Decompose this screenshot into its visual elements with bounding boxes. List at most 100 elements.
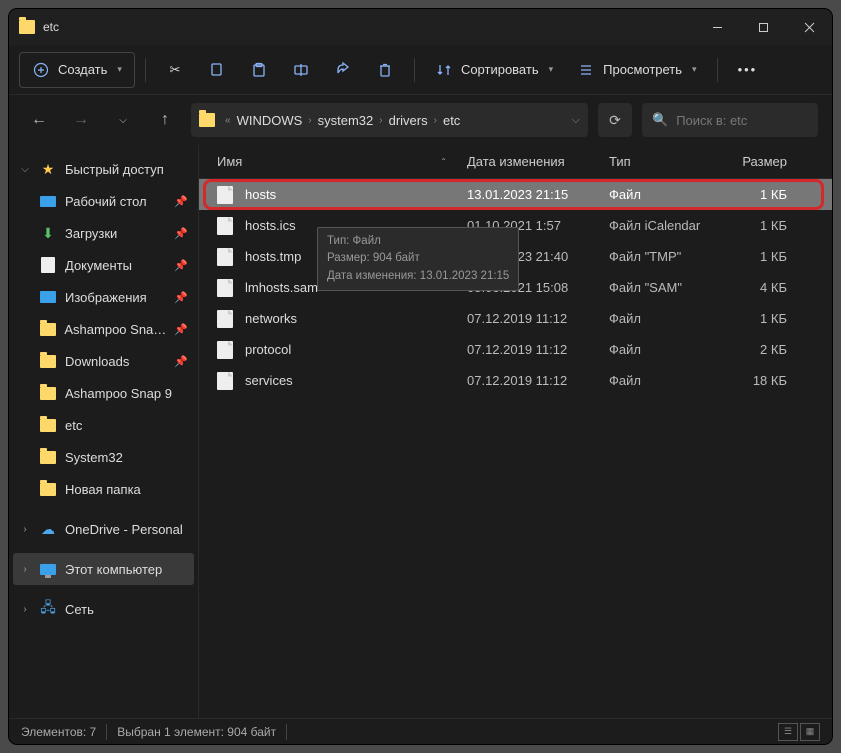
sidebar-ashampoo9[interactable]: Ashampoo Snap 9	[13, 377, 194, 409]
file-list: hosts13.01.2023 21:15Файл1 КБhosts.ics01…	[199, 179, 832, 718]
sort-label: Сортировать	[461, 62, 539, 77]
sidebar-downloads2[interactable]: Downloads📌	[13, 345, 194, 377]
plus-icon	[32, 61, 50, 79]
status-selection: Выбран 1 элемент: 904 байт	[117, 725, 276, 739]
search-icon: 🔍	[652, 112, 668, 128]
address-bar: ← → ⌵ ↑ « WINDOWS› system32› drivers› et…	[9, 95, 832, 145]
share-icon	[334, 61, 352, 79]
folder-icon	[40, 483, 56, 496]
sidebar-onedrive[interactable]: ›☁OneDrive - Personal	[13, 513, 194, 545]
network-icon: 🖧	[40, 597, 56, 621]
chevron-down-icon: ▾	[692, 64, 697, 75]
sidebar-ashampoo[interactable]: Ashampoo Sna…📌	[13, 313, 194, 345]
pictures-icon	[40, 291, 56, 303]
folder-icon	[199, 113, 215, 127]
sort-button[interactable]: Сортировать ▾	[425, 52, 563, 88]
cut-button[interactable]: ✂	[156, 52, 194, 88]
status-count: Элементов: 7	[21, 725, 96, 739]
explorer-window: etc Создать ▾ ✂ Сортировать ▾ Просмотрет…	[9, 9, 832, 744]
col-size[interactable]: Размер	[725, 154, 797, 169]
view-label: Просмотреть	[603, 62, 682, 77]
rename-button[interactable]	[282, 52, 320, 88]
download-icon: ⬇	[42, 225, 54, 242]
file-icon	[217, 279, 233, 297]
status-bar: Элементов: 7 Выбран 1 элемент: 904 байт …	[9, 718, 832, 744]
desktop-icon	[40, 196, 56, 207]
file-pane: Имя⌃ Дата изменения Тип Размер hosts13.0…	[199, 145, 832, 718]
delete-button[interactable]	[366, 52, 404, 88]
bc-drivers[interactable]: drivers	[389, 113, 428, 128]
tooltip: Тип: Файл Размер: 904 байт Дата изменени…	[317, 227, 519, 291]
recent-chevron[interactable]: ⌵	[107, 104, 139, 136]
up-button[interactable]: ↑	[149, 104, 181, 136]
sort-asc-icon: ⌃	[440, 157, 447, 166]
pc-icon	[40, 564, 56, 575]
folder-icon	[40, 387, 56, 400]
scissors-icon: ✂	[166, 61, 184, 79]
folder-icon	[19, 20, 35, 34]
file-row[interactable]: services07.12.2019 11:12Файл18 КБ	[199, 365, 832, 396]
search-input[interactable]: 🔍 Поиск в: etc	[642, 103, 818, 137]
sidebar-documents[interactable]: Документы📌	[13, 249, 194, 281]
sidebar-etc[interactable]: etc	[13, 409, 194, 441]
pin-icon: 📌	[174, 195, 188, 208]
sidebar-downloads[interactable]: ⬇Загрузки📌	[13, 217, 194, 249]
col-date[interactable]: Дата изменения	[467, 154, 609, 169]
col-name[interactable]: Имя⌃	[217, 154, 467, 169]
share-button[interactable]	[324, 52, 362, 88]
folder-icon	[40, 323, 56, 336]
file-icon	[217, 217, 233, 235]
refresh-button[interactable]: ⟳	[598, 103, 632, 137]
folder-icon	[40, 451, 56, 464]
paste-icon	[250, 61, 268, 79]
breadcrumb[interactable]: « WINDOWS› system32› drivers› etc ⌵	[191, 103, 588, 137]
file-row[interactable]: hosts13.01.2023 21:15Файл1 КБ	[199, 179, 832, 210]
sidebar-pictures[interactable]: Изображения📌	[13, 281, 194, 313]
more-button[interactable]: •••	[728, 52, 768, 88]
bc-windows[interactable]: WINDOWS	[237, 113, 303, 128]
file-row[interactable]: protocol07.12.2019 11:12Файл2 КБ	[199, 334, 832, 365]
file-row[interactable]: networks07.12.2019 11:12Файл1 КБ	[199, 303, 832, 334]
ellipsis-icon: •••	[738, 62, 758, 77]
create-button[interactable]: Создать ▾	[19, 52, 135, 88]
chevron-down-icon: ▾	[549, 64, 554, 75]
view-icon	[577, 61, 595, 79]
sidebar-desktop[interactable]: Рабочий стол📌	[13, 185, 194, 217]
pin-icon: 📌	[174, 259, 188, 272]
bc-system32[interactable]: system32	[318, 113, 374, 128]
sidebar-system32[interactable]: System32	[13, 441, 194, 473]
trash-icon	[376, 61, 394, 79]
sort-icon	[435, 61, 453, 79]
cloud-icon: ☁	[41, 521, 55, 538]
pin-icon: 📌	[174, 323, 188, 336]
toolbar: Создать ▾ ✂ Сортировать ▾ Просмотреть ▾ …	[9, 45, 832, 95]
grid-view-button[interactable]: ▦	[800, 723, 820, 741]
sidebar-network[interactable]: ›🖧Сеть	[13, 593, 194, 625]
sidebar-quick-access[interactable]: ⌵★Быстрый доступ	[13, 153, 194, 185]
column-headers: Имя⌃ Дата изменения Тип Размер	[199, 145, 832, 179]
star-icon: ★	[42, 161, 55, 178]
bc-etc[interactable]: etc	[443, 113, 460, 128]
close-button[interactable]	[786, 9, 832, 45]
file-icon	[217, 341, 233, 359]
maximize-button[interactable]	[740, 9, 786, 45]
sidebar-thispc[interactable]: ›Этот компьютер	[13, 553, 194, 585]
copy-button[interactable]	[198, 52, 236, 88]
copy-icon	[208, 61, 226, 79]
sidebar-newfolder[interactable]: Новая папка	[13, 473, 194, 505]
details-view-button[interactable]: ☰	[778, 723, 798, 741]
forward-button[interactable]: →	[65, 104, 97, 136]
paste-button[interactable]	[240, 52, 278, 88]
chevron-down-icon: ▾	[117, 64, 122, 75]
rename-icon	[292, 61, 310, 79]
titlebar[interactable]: etc	[9, 9, 832, 45]
pin-icon: 📌	[174, 355, 188, 368]
document-icon	[41, 257, 55, 273]
minimize-button[interactable]	[694, 9, 740, 45]
pin-icon: 📌	[174, 227, 188, 240]
back-button[interactable]: ←	[23, 104, 55, 136]
file-icon	[217, 372, 233, 390]
col-type[interactable]: Тип	[609, 154, 725, 169]
view-button[interactable]: Просмотреть ▾	[567, 52, 706, 88]
sidebar: ⌵★Быстрый доступ Рабочий стол📌 ⬇Загрузки…	[9, 145, 199, 718]
